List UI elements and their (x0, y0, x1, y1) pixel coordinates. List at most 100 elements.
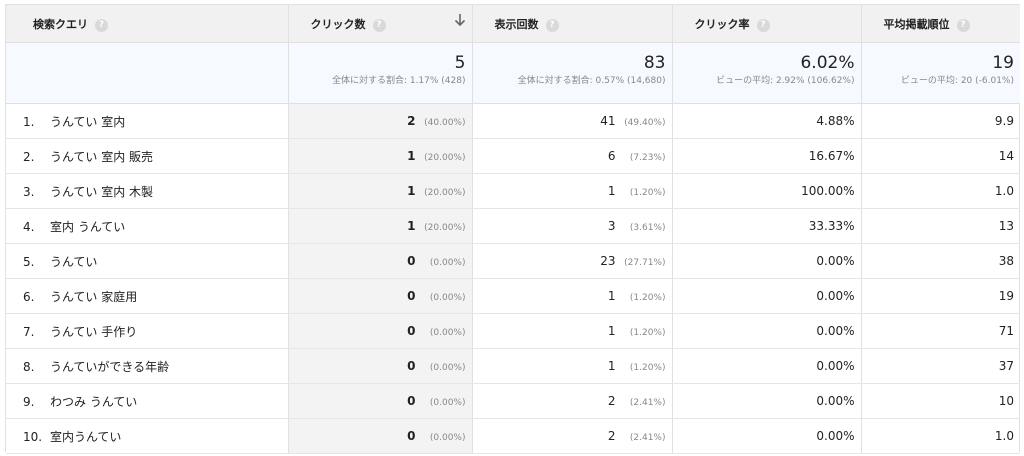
summary-impressions-cell: 83 全体に対する割合: 0.57% (14,680) (472, 42, 673, 104)
rank-cell: 38 (861, 243, 1020, 279)
query-cell: 5. うんてい (6, 243, 289, 279)
header-clicks[interactable]: クリック数? (288, 5, 473, 43)
ctr-cell: 0.00% (672, 383, 862, 419)
row-index: 4. (23, 219, 35, 234)
summary-impressions-share: 全体に対する割合: 0.57% (14,680) (517, 76, 666, 86)
rank-value: 14 (998, 149, 1014, 163)
row-index: 8. (23, 359, 35, 374)
rank-cell: 10 (861, 383, 1020, 419)
query-cell: 3. うんてい 室内 木製 (6, 173, 289, 209)
summary-rank-cell: 19 ビューの平均: 20 (-6.01%) (861, 42, 1020, 104)
query-link[interactable]: うんてい 室内 販売 (50, 150, 153, 164)
table-row: 9. わつみ うんてい 0 (0.00%) 2 (2.41%) 0.00% 10 (6, 383, 1020, 419)
header-query[interactable]: 検索クエリ? (6, 5, 289, 43)
table-row: 3. うんてい 室内 木製 1 (20.00%) 1 (1.20%) 100.00% 1.0 (6, 173, 1020, 209)
ctr-cell: 0.00% (672, 348, 862, 384)
impressions-value: 1 (607, 359, 616, 373)
help-icon[interactable]: ? (95, 18, 108, 32)
help-icon[interactable]: ? (756, 18, 770, 32)
clicks-cell: 0 (0.00%) (288, 243, 473, 279)
header-ctr[interactable]: クリック率? (672, 5, 862, 43)
help-icon[interactable]: ? (372, 18, 386, 32)
row-index: 6. (23, 289, 35, 304)
help-icon[interactable]: ? (956, 18, 970, 32)
summary-row: 5 全体に対する割合: 1.17% (428) 83 全体に対する割合: 0.5… (6, 42, 1020, 104)
ctr-value: 100.00% (801, 184, 855, 198)
summary-clicks-cell: 5 全体に対する割合: 1.17% (428) (288, 42, 473, 104)
ctr-cell: 4.88% (672, 103, 862, 139)
rank-value: 1.0 (994, 429, 1014, 443)
ctr-value: 33.33% (808, 219, 855, 233)
rank-value: 37 (998, 359, 1014, 373)
impressions-cell: 23 (27.71%) (472, 243, 673, 279)
query-link[interactable]: うんてい (50, 255, 97, 269)
summary-ctr-cell: 6.02% ビューの平均: 2.92% (106.62%) (672, 42, 862, 104)
impressions-value: 3 (607, 219, 616, 233)
clicks-cell: 0 (0.00%) (288, 278, 473, 314)
search-query-report: 検索クエリ? クリック数? 表示回数? クリック率? 平均掲載順位? 5 全体に… (5, 4, 1020, 454)
clicks-value: 1 (407, 184, 416, 198)
impressions-percentage: (2.41%) (629, 398, 666, 408)
summary-ctr-value: 6.02% (800, 53, 855, 73)
table-row: 8. うんていができる年齢 0 (0.00%) 1 (1.20%) 0.00% 37 (6, 348, 1020, 384)
header-row: 検索クエリ? クリック数? 表示回数? クリック率? 平均掲載順位? (6, 5, 1020, 43)
ctr-value: 16.67% (808, 149, 855, 163)
clicks-percentage: (0.00%) (429, 398, 466, 408)
clicks-cell: 0 (0.00%) (288, 313, 473, 349)
header-impressions[interactable]: 表示回数? (472, 5, 673, 43)
impressions-percentage: (2.41%) (629, 433, 666, 443)
query-link[interactable]: 室内うんてい (50, 430, 121, 444)
rank-cell: 19 (861, 278, 1020, 314)
impressions-percentage: (1.20%) (629, 363, 666, 373)
header-impressions-label: 表示回数 (494, 17, 539, 31)
impressions-value: 1 (607, 324, 616, 338)
impressions-percentage: (49.40%) (624, 118, 666, 128)
impressions-cell: 6 (7.23%) (472, 138, 673, 174)
query-link[interactable]: うんてい 手作り (50, 325, 137, 339)
query-cell: 2. うんてい 室内 販売 (6, 138, 289, 174)
ctr-cell: 0.00% (672, 418, 862, 454)
query-link[interactable]: うんてい 家庭用 (50, 290, 137, 304)
sort-descending-icon[interactable] (454, 13, 466, 27)
table-row: 6. うんてい 家庭用 0 (0.00%) 1 (1.20%) 0.00% 19 (6, 278, 1020, 314)
impressions-percentage: (1.20%) (629, 328, 666, 338)
rank-cell: 13 (861, 208, 1020, 244)
impressions-cell: 1 (1.20%) (472, 313, 673, 349)
rank-cell: 1.0 (861, 173, 1020, 209)
clicks-cell: 1 (20.00%) (288, 173, 473, 209)
query-link[interactable]: わつみ うんてい (50, 395, 137, 409)
clicks-value: 2 (407, 114, 416, 128)
clicks-value: 0 (407, 429, 416, 443)
row-index: 1. (23, 114, 35, 129)
clicks-cell: 0 (0.00%) (288, 383, 473, 419)
ctr-cell: 0.00% (672, 278, 862, 314)
query-link[interactable]: うんていができる年齢 (50, 360, 169, 374)
ctr-cell: 16.67% (672, 138, 862, 174)
query-link[interactable]: うんてい 室内 木製 (50, 185, 153, 199)
table-row: 5. うんてい 0 (0.00%) 23 (27.71%) 0.00% 38 (6, 243, 1020, 279)
clicks-percentage: (0.00%) (429, 258, 466, 268)
clicks-cell: 0 (0.00%) (288, 348, 473, 384)
table-row: 10. 室内うんてい 0 (0.00%) 2 (2.41%) 0.00% 1.0 (6, 418, 1020, 454)
ctr-cell: 0.00% (672, 243, 862, 279)
impressions-percentage: (1.20%) (629, 293, 666, 303)
row-index: 2. (23, 149, 35, 164)
ctr-cell: 0.00% (672, 313, 862, 349)
impressions-cell: 1 (1.20%) (472, 173, 673, 209)
rank-value: 19 (998, 289, 1014, 303)
table-row: 2. うんてい 室内 販売 1 (20.00%) 6 (7.23%) 16.67% 14 (6, 138, 1020, 174)
help-icon[interactable]: ? (545, 18, 559, 32)
summary-rank-value: 19 (992, 53, 1014, 73)
query-cell: 10. 室内うんてい (6, 418, 289, 454)
impressions-value: 2 (607, 394, 616, 408)
impressions-cell: 2 (2.41%) (472, 383, 673, 419)
header-rank[interactable]: 平均掲載順位? (861, 5, 1020, 43)
query-link[interactable]: 室内 うんてい (50, 220, 125, 234)
clicks-value: 0 (407, 359, 416, 373)
ctr-value: 0.00% (816, 254, 855, 268)
row-index: 9. (23, 394, 35, 409)
impressions-cell: 1 (1.20%) (472, 278, 673, 314)
clicks-value: 1 (407, 219, 416, 233)
rank-cell: 14 (861, 138, 1020, 174)
query-link[interactable]: うんてい 室内 (50, 115, 125, 129)
